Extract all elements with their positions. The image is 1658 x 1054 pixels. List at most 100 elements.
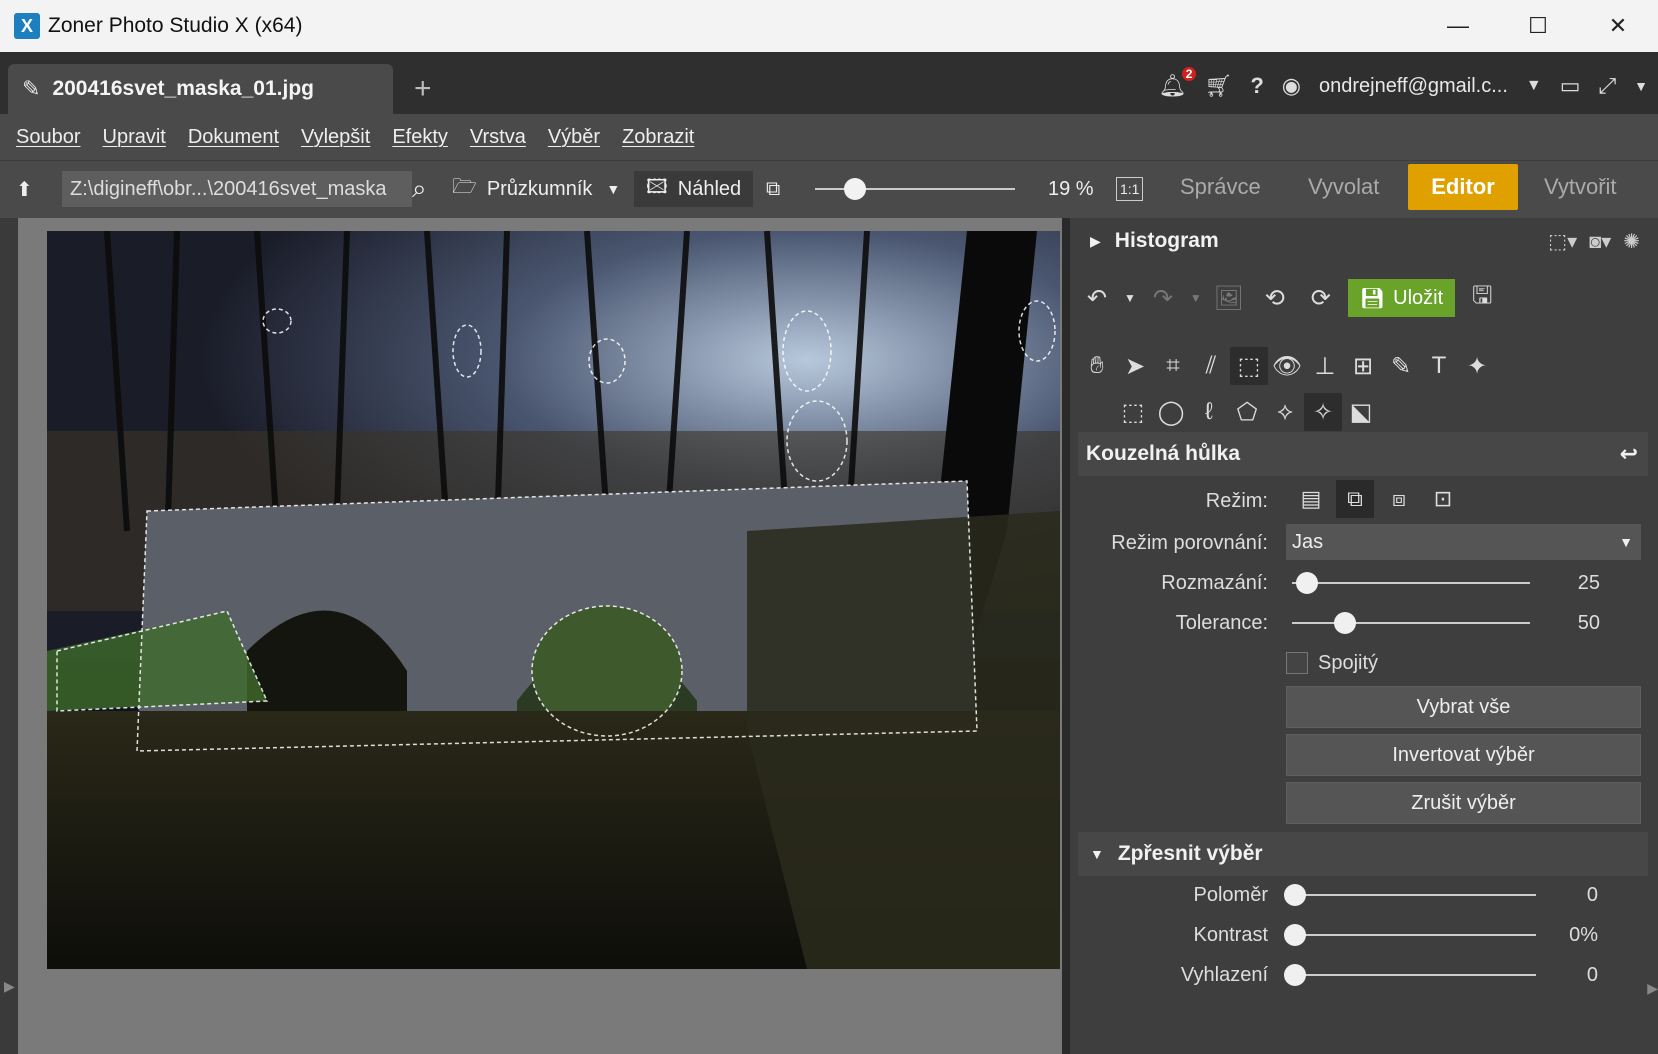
settings-icon[interactable]: ✺ <box>1623 229 1640 254</box>
mode-add-icon[interactable]: ⧉ <box>1336 480 1374 518</box>
notifications-button[interactable]: 🔔︎ 2 <box>1158 67 1197 99</box>
preview-button[interactable]: 🖾 Náhled <box>634 171 754 207</box>
tab-vytvorit[interactable]: Vytvořit <box>1522 164 1639 210</box>
compare-image-icon[interactable]: 🖼︎ <box>1210 279 1248 317</box>
fullscreen-dropdown-icon[interactable]: ▼ <box>1634 78 1648 94</box>
undo-dropdown-icon[interactable]: ▼ <box>1124 291 1136 305</box>
refine-selection-header[interactable]: ▼ Zpřesnit výběr <box>1078 832 1648 876</box>
smooth-label: Vyhlazení <box>1180 964 1268 986</box>
blur-slider-track[interactable] <box>1292 582 1530 584</box>
redo-dropdown-icon[interactable]: ▼ <box>1190 291 1202 305</box>
redo-icon[interactable]: ↷ <box>1144 279 1182 317</box>
rotate-right-icon[interactable]: ⟳ <box>1302 279 1340 317</box>
rotate-left-icon[interactable]: ⟲ <box>1256 279 1294 317</box>
maximize-button[interactable]: ☐ <box>1498 0 1578 52</box>
cancel-selection-button[interactable]: Zrušit výběr <box>1286 782 1641 824</box>
compare-mode-label: Režim porovnání: <box>1111 532 1268 554</box>
tab-spravce[interactable]: Správce <box>1158 164 1283 210</box>
menu-vylepsit[interactable]: Vylepšit <box>301 126 370 149</box>
selection-brush-icon[interactable]: ⬕ <box>1342 393 1380 431</box>
left-panel-toggle-icon[interactable]: ▶ <box>4 978 15 995</box>
smooth-slider-thumb[interactable] <box>1284 964 1306 986</box>
search-icon[interactable]: ⌕ <box>412 171 427 207</box>
zoom-slider-thumb[interactable] <box>844 178 866 200</box>
tolerance-slider-track[interactable] <box>1292 622 1530 624</box>
menu-upravit[interactable]: Upravit <box>103 126 166 149</box>
account-dropdown-icon[interactable]: ▼ <box>1526 77 1542 95</box>
save-button[interactable]: 💾︎ Uložit <box>1347 279 1456 317</box>
transform-tool-icon[interactable]: ⊞ <box>1344 347 1382 385</box>
effects-tool-icon[interactable]: ✦ <box>1458 347 1496 385</box>
cart-icon[interactable]: 🛒︎ <box>1204 73 1232 99</box>
lasso-icon[interactable]: ℓ <box>1190 393 1228 431</box>
mode-subtract-icon[interactable]: ⧈ <box>1380 480 1418 518</box>
explorer-dropdown-icon[interactable]: ▼ <box>606 181 620 197</box>
polygon-lasso-icon[interactable]: ⬠ <box>1228 393 1266 431</box>
tool-title: Kouzelná hůlka <box>1086 442 1241 465</box>
tools-row-1: ✋︎ ➤ ⌗ ⫽ ⬚ 👁︎ ⊥ ⊞ ✎ T ✦ <box>1078 346 1648 386</box>
brush-tool-icon[interactable]: ✎ <box>1382 347 1420 385</box>
radius-label: Poloměr <box>1193 884 1268 906</box>
menu-dokument[interactable]: Dokument <box>188 126 279 149</box>
straighten-tool-icon[interactable]: ⫽ <box>1192 347 1230 385</box>
mode-intersect-icon[interactable]: ⊡ <box>1424 480 1462 518</box>
title-bar: X Zoner Photo Studio X (x64) — ☐ ✕ <box>0 0 1658 52</box>
smooth-slider-track[interactable] <box>1292 974 1536 976</box>
red-eye-tool-icon[interactable]: 👁︎ <box>1268 347 1306 385</box>
folder-icon: 🗁 <box>452 176 477 198</box>
menu-vyber[interactable]: Výběr <box>548 126 600 149</box>
collapse-icon: ▼ <box>1090 846 1104 862</box>
select-all-button[interactable]: Vybrat vše <box>1286 686 1641 728</box>
one-to-one-button[interactable]: 1:1 <box>1116 177 1144 201</box>
path-field[interactable]: Z:\digineff\obr...\200416svet_maska <box>62 171 412 207</box>
histogram-title: Histogram <box>1114 229 1219 252</box>
fullscreen-icon[interactable]: ⤢ <box>1599 73 1617 99</box>
contrast-slider-thumb[interactable] <box>1284 924 1306 946</box>
save-as-icon[interactable]: 🖫 <box>1463 279 1501 317</box>
external-open-icon[interactable]: ⧉ <box>766 171 780 207</box>
second-monitor-icon[interactable]: ▭ <box>1560 73 1581 99</box>
hand-tool-icon[interactable]: ✋︎ <box>1078 347 1116 385</box>
add-tab-button[interactable]: + <box>414 72 432 106</box>
canvas-area[interactable]: ▶ <box>0 218 1062 1054</box>
crop-tool-icon[interactable]: ⌗ <box>1154 347 1192 385</box>
magnetic-lasso-icon[interactable]: ⟡ <box>1266 393 1304 431</box>
document-tab[interactable]: ✎ 200416svet_maska_01.jpg <box>8 64 393 114</box>
explorer-button[interactable]: 🗁 Průzkumník ▼ <box>452 171 620 207</box>
magic-wand-icon[interactable]: ✧ <box>1304 393 1342 431</box>
text-tool-icon[interactable]: T <box>1420 347 1458 385</box>
expand-icon: ▶ <box>1090 232 1101 249</box>
menu-efekty[interactable]: Efekty <box>392 126 448 149</box>
mask-view-icon[interactable]: ◙▾ <box>1589 229 1611 254</box>
selection-view-icon[interactable]: ⬚▾ <box>1548 229 1577 254</box>
radius-slider-track[interactable] <box>1292 894 1536 896</box>
invert-selection-button[interactable]: Invertovat výběr <box>1286 734 1641 776</box>
rect-select-icon[interactable]: ⬚ <box>1114 393 1152 431</box>
menu-soubor[interactable]: Soubor <box>16 126 81 149</box>
menu-zobrazit[interactable]: Zobrazit <box>622 126 694 149</box>
contiguous-checkbox[interactable] <box>1286 652 1308 674</box>
menu-vrstva[interactable]: Vrstva <box>470 126 526 149</box>
photo-canvas[interactable] <box>47 231 1060 969</box>
contrast-slider-track[interactable] <box>1292 934 1536 936</box>
tab-vyvolat[interactable]: Vyvolat <box>1286 164 1401 210</box>
mode-new-icon[interactable]: ▤ <box>1292 480 1330 518</box>
close-button[interactable]: ✕ <box>1578 0 1658 52</box>
blur-slider-thumb[interactable] <box>1296 572 1318 594</box>
ellipse-select-icon[interactable]: ◯ <box>1152 393 1190 431</box>
compare-mode-select[interactable]: Jas ▼ <box>1286 524 1641 560</box>
account-email[interactable]: ondrejneff@gmail.c... <box>1319 75 1508 98</box>
tab-editor[interactable]: Editor <box>1408 164 1518 210</box>
reset-tool-icon[interactable]: ↩ <box>1620 441 1638 467</box>
folder-up-icon[interactable]: ⬆ <box>16 171 33 207</box>
tolerance-slider-thumb[interactable] <box>1334 612 1356 634</box>
pointer-tool-icon[interactable]: ➤ <box>1116 347 1154 385</box>
minimize-button[interactable]: — <box>1418 0 1498 52</box>
right-panel-toggle-icon[interactable]: ▶ <box>1647 980 1658 997</box>
help-icon[interactable]: ? <box>1250 73 1263 99</box>
undo-icon[interactable]: ↶ <box>1078 279 1116 317</box>
histogram-header[interactable]: ▶ Histogram ⬚▾ ◙▾ ✺ <box>1078 218 1648 264</box>
stamp-tool-icon[interactable]: ⊥ <box>1306 347 1344 385</box>
radius-slider-thumb[interactable] <box>1284 884 1306 906</box>
selection-tool-icon[interactable]: ⬚ <box>1230 347 1268 385</box>
